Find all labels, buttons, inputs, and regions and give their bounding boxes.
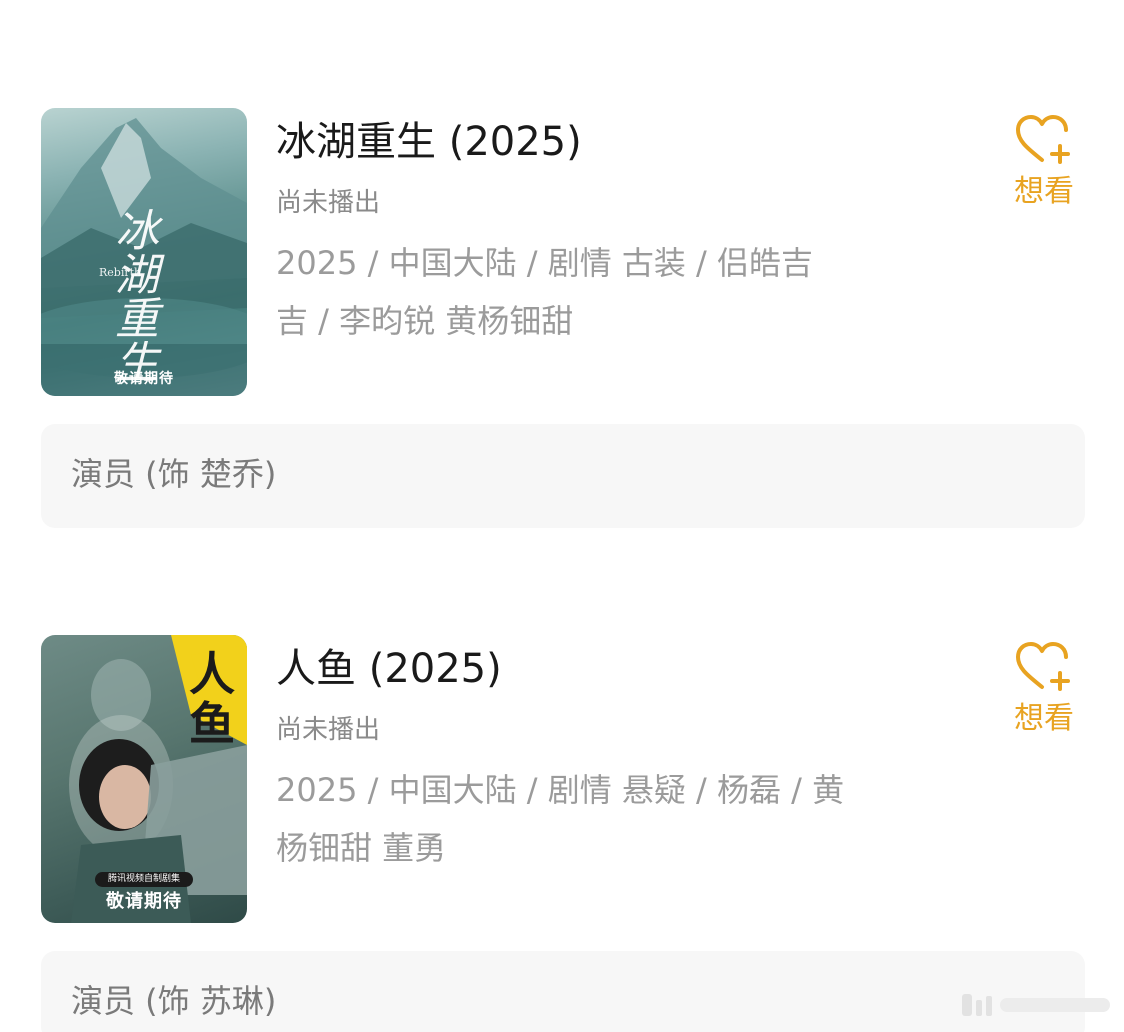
role-bar[interactable]: 演员 (饰 楚乔): [41, 424, 1085, 528]
poster-image[interactable]: 人鱼 腾讯视频自制剧集 敬请期待: [41, 635, 247, 923]
poster-image[interactable]: 冰湖重生 Rebirth 敬请期待: [41, 108, 247, 396]
poster-title-art: 冰湖重生: [115, 206, 159, 389]
role-text: 演员 (饰 楚乔): [71, 455, 277, 493]
meta-line: 杨钿甜 董勇: [276, 829, 447, 867]
page: 冰湖重生 Rebirth 敬请期待 冰湖重生 (2025) 尚未播出 2025 …: [0, 0, 1124, 1032]
poster-latin-title: Rebirth: [99, 266, 142, 279]
want-label: 想看: [1014, 701, 1074, 736]
poster-tag: 腾讯视频自制剧集: [95, 872, 193, 887]
meta-line: 2025 / 中国大陆 / 剧情 古装 / 侣皓吉: [276, 244, 813, 282]
poster-title-art: 人鱼: [189, 647, 235, 751]
meta-line: 2025 / 中国大陆 / 剧情 悬疑 / 杨磊 / 黄: [276, 771, 845, 809]
heart-plus-icon: [1016, 642, 1070, 691]
drama-title[interactable]: 人鱼 (2025): [276, 641, 502, 697]
heart-plus-icon: [1016, 115, 1070, 164]
role-text: 演员 (饰 苏琳): [71, 982, 277, 1020]
want-to-watch-button[interactable]: 想看: [1004, 114, 1084, 212]
air-status: 尚未播出: [276, 715, 381, 745]
drama-meta: 2025 / 中国大陆 / 剧情 古装 / 侣皓吉 吉 / 李昀锐 黄杨钿甜: [276, 234, 906, 350]
poster-caption: 敬请期待: [114, 371, 174, 387]
want-to-watch-button[interactable]: 想看: [1004, 641, 1084, 739]
want-label: 想看: [1014, 174, 1074, 209]
poster-caption: 敬请期待: [106, 891, 182, 912]
watermark-icon: [962, 994, 1110, 1016]
meta-line: 吉 / 李昀锐 黄杨钿甜: [276, 302, 574, 340]
role-bar[interactable]: 演员 (饰 苏琳): [41, 951, 1085, 1032]
air-status: 尚未播出: [276, 188, 381, 218]
drama-title[interactable]: 冰湖重生 (2025): [276, 114, 582, 170]
drama-meta: 2025 / 中国大陆 / 剧情 悬疑 / 杨磊 / 黄 杨钿甜 董勇: [276, 761, 906, 877]
